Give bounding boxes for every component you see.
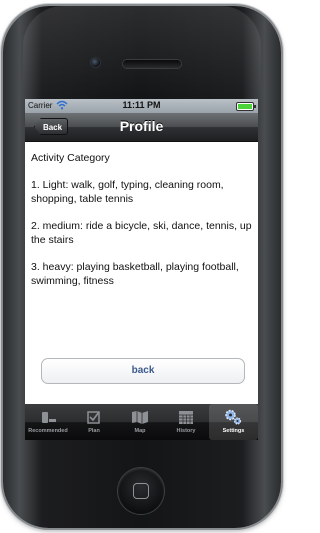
status-time: 11:11 PM <box>122 100 161 110</box>
map-icon <box>132 411 148 424</box>
home-square-icon <box>133 483 149 499</box>
tab-label: Map <box>134 428 146 434</box>
tab-label: History <box>176 428 196 434</box>
content-heading: Activity Category <box>31 152 110 164</box>
phone-glare <box>23 6 261 96</box>
tab-map[interactable]: Map <box>117 404 163 440</box>
checklist-icon <box>87 411 100 424</box>
back-button[interactable]: back <box>41 358 245 384</box>
battery-tip <box>254 105 256 108</box>
home-button[interactable] <box>118 468 164 514</box>
tab-bar: Recommended Plan Map History Settings <box>25 404 258 440</box>
app-screen: Carrier 11:11 PM Back Profile Activity C… <box>25 99 258 440</box>
tab-label: Settings <box>222 428 245 434</box>
camera-icon <box>91 58 100 67</box>
navigation-bar: Back Profile <box>25 113 258 142</box>
tab-recommended[interactable]: Recommended <box>25 404 71 440</box>
activity-item-light: 1. Light: walk, golf, typing, cleaning r… <box>31 179 224 205</box>
activity-item-medium: 2. medium: ride a bicycle, ski, dance, t… <box>31 220 252 246</box>
scale-icon <box>42 412 56 423</box>
battery-level <box>238 104 252 109</box>
tab-settings[interactable]: Settings <box>209 404 258 440</box>
speaker-grille <box>123 60 181 68</box>
tab-label: Recommended <box>28 428 68 434</box>
activity-category-content: Activity Category 1. Light: walk, golf, … <box>31 151 255 301</box>
gears-icon <box>225 409 242 425</box>
page-title: Profile <box>119 118 164 134</box>
status-bar: Carrier 11:11 PM <box>25 99 258 113</box>
battery-icon <box>236 102 256 111</box>
tab-plan[interactable]: Plan <box>71 404 117 440</box>
tab-label: Plan <box>88 428 100 434</box>
tab-history[interactable]: History <box>163 404 209 440</box>
calendar-icon <box>179 411 193 424</box>
activity-item-heavy: 3. heavy: playing basketball, playing fo… <box>31 261 239 287</box>
